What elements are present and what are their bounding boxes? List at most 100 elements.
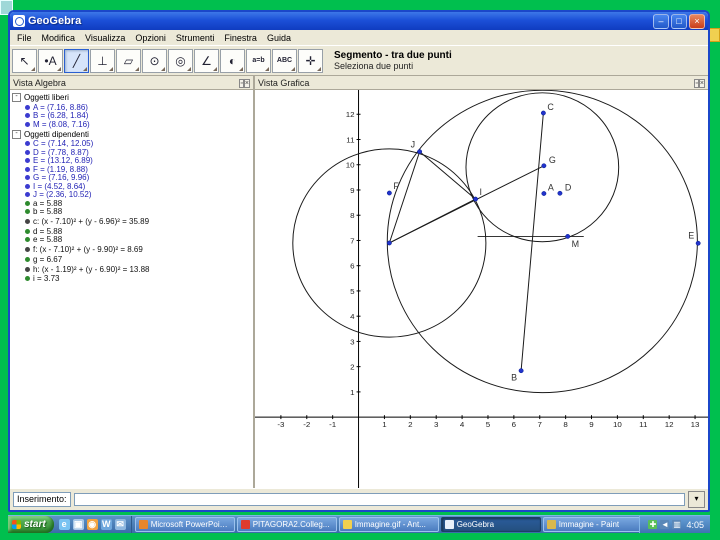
point-C[interactable]	[540, 110, 546, 116]
tool-dropdown-arrow-icon[interactable]	[187, 66, 191, 71]
tool-dropdown-arrow-icon[interactable]	[213, 66, 217, 71]
algebra-item[interactable]: E = (13.12, 6.89)	[12, 156, 253, 165]
perpendicular-line-tool[interactable]: ⊥	[90, 48, 115, 73]
show-desktop-icon[interactable]: ▣	[72, 519, 84, 530]
move-tool[interactable]: ↖	[12, 48, 37, 73]
titlebar[interactable]: GeoGebra – □ ×	[10, 12, 708, 30]
object-color-dot[interactable]	[25, 276, 30, 282]
algebra-item[interactable]: d = 5.88	[12, 227, 253, 236]
minimize-button[interactable]: –	[653, 13, 669, 29]
command-input[interactable]	[73, 493, 685, 506]
object-color-dot[interactable]	[25, 228, 30, 234]
taskbar-button[interactable]: Immagine - Paint	[542, 517, 640, 532]
tool-dropdown-arrow-icon[interactable]	[31, 66, 35, 71]
object-color-dot[interactable]	[25, 158, 30, 164]
point-G[interactable]	[541, 163, 547, 169]
object-color-dot[interactable]	[25, 141, 30, 147]
algebra-item[interactable]: c: (x - 7.10)² + (y - 6.96)² = 35.89	[12, 216, 253, 227]
menu-file[interactable]: File	[12, 33, 37, 43]
algebra-item[interactable]: f: (x - 7.10)² + (y - 9.90)² = 8.69	[12, 244, 253, 255]
menu-strumenti[interactable]: Strumenti	[171, 33, 220, 43]
angle-tool[interactable]: ∠	[194, 48, 219, 73]
menu-visualizza[interactable]: Visualizza	[80, 33, 130, 43]
object-color-dot[interactable]	[25, 200, 30, 206]
mail-icon[interactable]: ✉	[114, 519, 126, 530]
move-view-tool[interactable]: ✛	[298, 48, 323, 73]
point-M[interactable]	[565, 234, 571, 239]
word-icon[interactable]: W	[100, 519, 112, 530]
algebra-section-header[interactable]: - Oggetti dipendenti	[12, 129, 253, 139]
point-A[interactable]	[541, 191, 547, 196]
object-color-dot[interactable]	[25, 247, 30, 252]
point-B[interactable]	[518, 368, 524, 374]
slider-tool[interactable]: a=b	[246, 48, 271, 73]
new-point-tool[interactable]: •A	[38, 48, 63, 73]
point-F[interactable]	[386, 190, 392, 196]
menu-finestra[interactable]: Finestra	[219, 33, 262, 43]
polygon-tool[interactable]: ▱	[116, 48, 141, 73]
tool-dropdown-arrow-icon[interactable]	[109, 66, 113, 71]
tool-dropdown-arrow-icon[interactable]	[265, 66, 269, 71]
network-icon[interactable]: ▥	[672, 520, 682, 529]
tool-dropdown-arrow-icon[interactable]	[135, 66, 139, 71]
taskbar-button[interactable]: PITAGORA2.Colleg...	[236, 517, 337, 532]
algebra-item[interactable]: M = (8.08, 7.16)	[12, 120, 253, 129]
algebra-item[interactable]: g = 6.67	[12, 255, 253, 264]
media-player-icon[interactable]: ◉	[86, 519, 98, 530]
tool-dropdown-arrow-icon[interactable]	[317, 66, 321, 71]
algebra-item[interactable]: I = (4.52, 8.64)	[12, 182, 253, 191]
object-color-dot[interactable]	[25, 237, 30, 243]
algebra-item[interactable]: D = (7.78, 8.87)	[12, 148, 253, 157]
object-color-dot[interactable]	[25, 219, 30, 224]
collapse-icon[interactable]: -	[12, 129, 21, 139]
close-button[interactable]: ×	[689, 13, 705, 29]
algebra-section-header[interactable]: - Oggetti liberi	[12, 93, 253, 102]
object-color-dot[interactable]	[25, 183, 30, 189]
circle-tool[interactable]: ⊙	[142, 48, 167, 73]
clock[interactable]: 4:05	[686, 520, 704, 530]
panel-close-icon[interactable]: ×	[243, 79, 250, 88]
internet-explorer-icon[interactable]: e	[58, 519, 70, 530]
object-color-dot[interactable]	[25, 166, 30, 172]
algebra-item[interactable]: a = 5.88	[12, 199, 253, 208]
object-color-dot[interactable]	[25, 121, 30, 127]
taskbar-button[interactable]: Microsoft PowerPoint ...	[134, 517, 235, 532]
object-color-dot[interactable]	[25, 256, 30, 262]
object-color-dot[interactable]	[25, 104, 30, 110]
object-color-dot[interactable]	[25, 192, 30, 198]
object-color-dot[interactable]	[25, 209, 30, 215]
algebra-item[interactable]: F = (1.19, 8.88)	[12, 165, 253, 174]
start-button[interactable]: start	[8, 516, 54, 533]
algebra-item[interactable]: e = 5.88	[12, 235, 253, 244]
object-color-dot[interactable]	[25, 175, 30, 181]
algebra-item[interactable]: C = (7.14, 12.05)	[12, 139, 253, 148]
graphics-canvas[interactable]: -3 -2 -1 1 2 3 4 5 6 7 8 9 10 11 12 13123456789101112AB…	[255, 90, 708, 488]
algebra-item[interactable]: G = (7.16, 9.96)	[12, 173, 253, 182]
reflect-tool[interactable]: ◐	[220, 48, 245, 73]
algebra-item[interactable]: i = 3.73	[12, 274, 253, 283]
conic-tool[interactable]: ◎	[168, 48, 193, 73]
tool-dropdown-arrow-icon[interactable]	[83, 66, 87, 71]
segment[interactable]	[419, 151, 476, 200]
object-color-dot[interactable]	[25, 113, 30, 119]
collapse-icon[interactable]: -	[12, 93, 21, 102]
tool-dropdown-arrow-icon[interactable]	[57, 66, 61, 71]
segment-tool[interactable]: ╱	[64, 48, 89, 73]
algebra-item[interactable]: A = (7.16, 8.86)	[12, 103, 253, 112]
menu-modifica[interactable]: Modifica	[37, 33, 81, 43]
object-color-dot[interactable]	[25, 149, 30, 155]
point-E[interactable]	[695, 240, 701, 246]
tool-dropdown-arrow-icon[interactable]	[161, 66, 165, 71]
algebra-item[interactable]: B = (6.28, 1.84)	[12, 111, 253, 120]
tool-dropdown-arrow-icon[interactable]	[239, 66, 243, 71]
point[interactable]	[386, 240, 392, 246]
object-color-dot[interactable]	[25, 266, 30, 272]
menu-opzioni[interactable]: Opzioni	[130, 33, 171, 43]
antivirus-icon[interactable]: ✚	[648, 520, 658, 529]
menu-guida[interactable]: Guida	[262, 33, 296, 43]
tool-dropdown-arrow-icon[interactable]	[291, 66, 295, 71]
point-I[interactable]	[473, 196, 478, 202]
point-D[interactable]	[557, 190, 563, 196]
maximize-button[interactable]: □	[671, 13, 687, 29]
taskbar-button[interactable]: Immagine.gif - Ant...	[338, 517, 439, 532]
